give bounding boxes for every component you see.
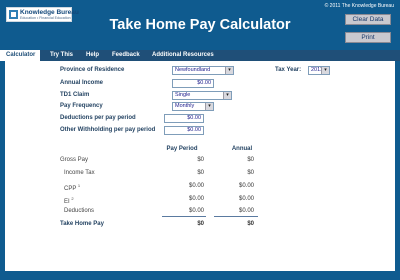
gross-pay-period: $0 bbox=[197, 157, 204, 163]
other-withholding-field[interactable]: $0.00 bbox=[164, 126, 204, 135]
tab-try-this[interactable]: Try This bbox=[44, 50, 79, 61]
pay-frequency-value: Monthly bbox=[175, 103, 195, 109]
gross-pay-annual: $0 bbox=[247, 157, 254, 163]
pay-frequency-label: Pay Frequency bbox=[60, 103, 103, 109]
annual-header: Annual bbox=[231, 146, 253, 152]
ei-label: EI 2 bbox=[64, 196, 74, 205]
chevron-down-icon: ▾ bbox=[225, 67, 233, 74]
other-withholding-label: Other Withholding per pay period bbox=[60, 127, 156, 133]
take-home-pay-label: Take Home Pay bbox=[60, 221, 104, 227]
tax-year-label: Tax Year: bbox=[275, 67, 302, 73]
ei-label-text: EI bbox=[64, 199, 70, 205]
period-total-divider bbox=[162, 216, 206, 217]
annual-total-divider bbox=[214, 216, 258, 217]
province-select[interactable]: Newfoundland ▾ bbox=[172, 66, 234, 75]
tab-feedback[interactable]: Feedback bbox=[106, 50, 146, 61]
pay-period-header: Pay Period bbox=[166, 146, 198, 152]
province-label: Province of Residence bbox=[60, 67, 125, 73]
cpp-label-text: CPP bbox=[64, 186, 77, 192]
income-tax-period: $0 bbox=[197, 170, 204, 176]
frame-left-border bbox=[0, 61, 5, 280]
logo-name: Knowledge Bureau bbox=[20, 9, 79, 16]
tab-additional-resources[interactable]: Additional Resources bbox=[146, 50, 220, 61]
take-home-annual: $0 bbox=[247, 221, 254, 227]
copyright-text: © 2011 The Knowledge Bureau bbox=[324, 3, 394, 9]
ei-period: $0.00 bbox=[188, 196, 204, 202]
gross-pay-label: Gross Pay bbox=[60, 157, 89, 163]
tab-help[interactable]: Help bbox=[80, 50, 105, 61]
tax-year-select[interactable]: 2011 ▾ bbox=[308, 66, 330, 75]
deductions-result-period: $0.00 bbox=[188, 208, 204, 214]
cpp-period: $0.00 bbox=[188, 183, 204, 189]
ei-footnote: 2 bbox=[71, 196, 74, 201]
clear-data-button[interactable]: Clear Data bbox=[345, 14, 391, 25]
take-home-period: $0 bbox=[197, 221, 204, 227]
deductions-result-label: Deductions bbox=[64, 208, 95, 214]
tab-bar: Calculator Try This Help Feedback Additi… bbox=[0, 50, 400, 61]
deductions-label: Deductions per pay period bbox=[60, 115, 136, 121]
province-value: Newfoundland bbox=[175, 67, 211, 73]
td1-claim-label: TD1 Claim bbox=[60, 92, 90, 98]
frame-right-border bbox=[395, 61, 400, 280]
app-header: Knowledge Bureau Education • Financial E… bbox=[0, 0, 400, 50]
tab-calculator[interactable]: Calculator bbox=[0, 50, 40, 61]
annual-income-field[interactable]: $0.00 bbox=[172, 79, 214, 88]
print-button[interactable]: Print bbox=[345, 32, 391, 43]
frame-bottom-border bbox=[0, 271, 400, 280]
td1-claim-value: Single bbox=[175, 92, 191, 98]
income-tax-annual: $0 bbox=[247, 170, 254, 176]
chevron-down-icon: ▾ bbox=[321, 67, 329, 74]
cpp-label: CPP 1 bbox=[64, 183, 80, 192]
page-title: Take Home Pay Calculator bbox=[109, 17, 291, 33]
annual-income-label: Annual Income bbox=[60, 80, 104, 86]
ei-annual: $0.00 bbox=[238, 196, 254, 202]
pay-frequency-select[interactable]: Monthly ▾ bbox=[172, 102, 214, 111]
td1-claim-select[interactable]: Single ▾ bbox=[172, 91, 232, 100]
deductions-field[interactable]: $0.00 bbox=[164, 114, 204, 123]
cpp-footnote: 1 bbox=[77, 183, 81, 188]
chevron-down-icon: ▾ bbox=[223, 92, 231, 99]
deductions-result-annual: $0.00 bbox=[238, 208, 254, 214]
income-tax-label: Income Tax bbox=[64, 170, 95, 176]
cpp-annual: $0.00 bbox=[238, 183, 254, 189]
chevron-down-icon: ▾ bbox=[205, 103, 213, 110]
